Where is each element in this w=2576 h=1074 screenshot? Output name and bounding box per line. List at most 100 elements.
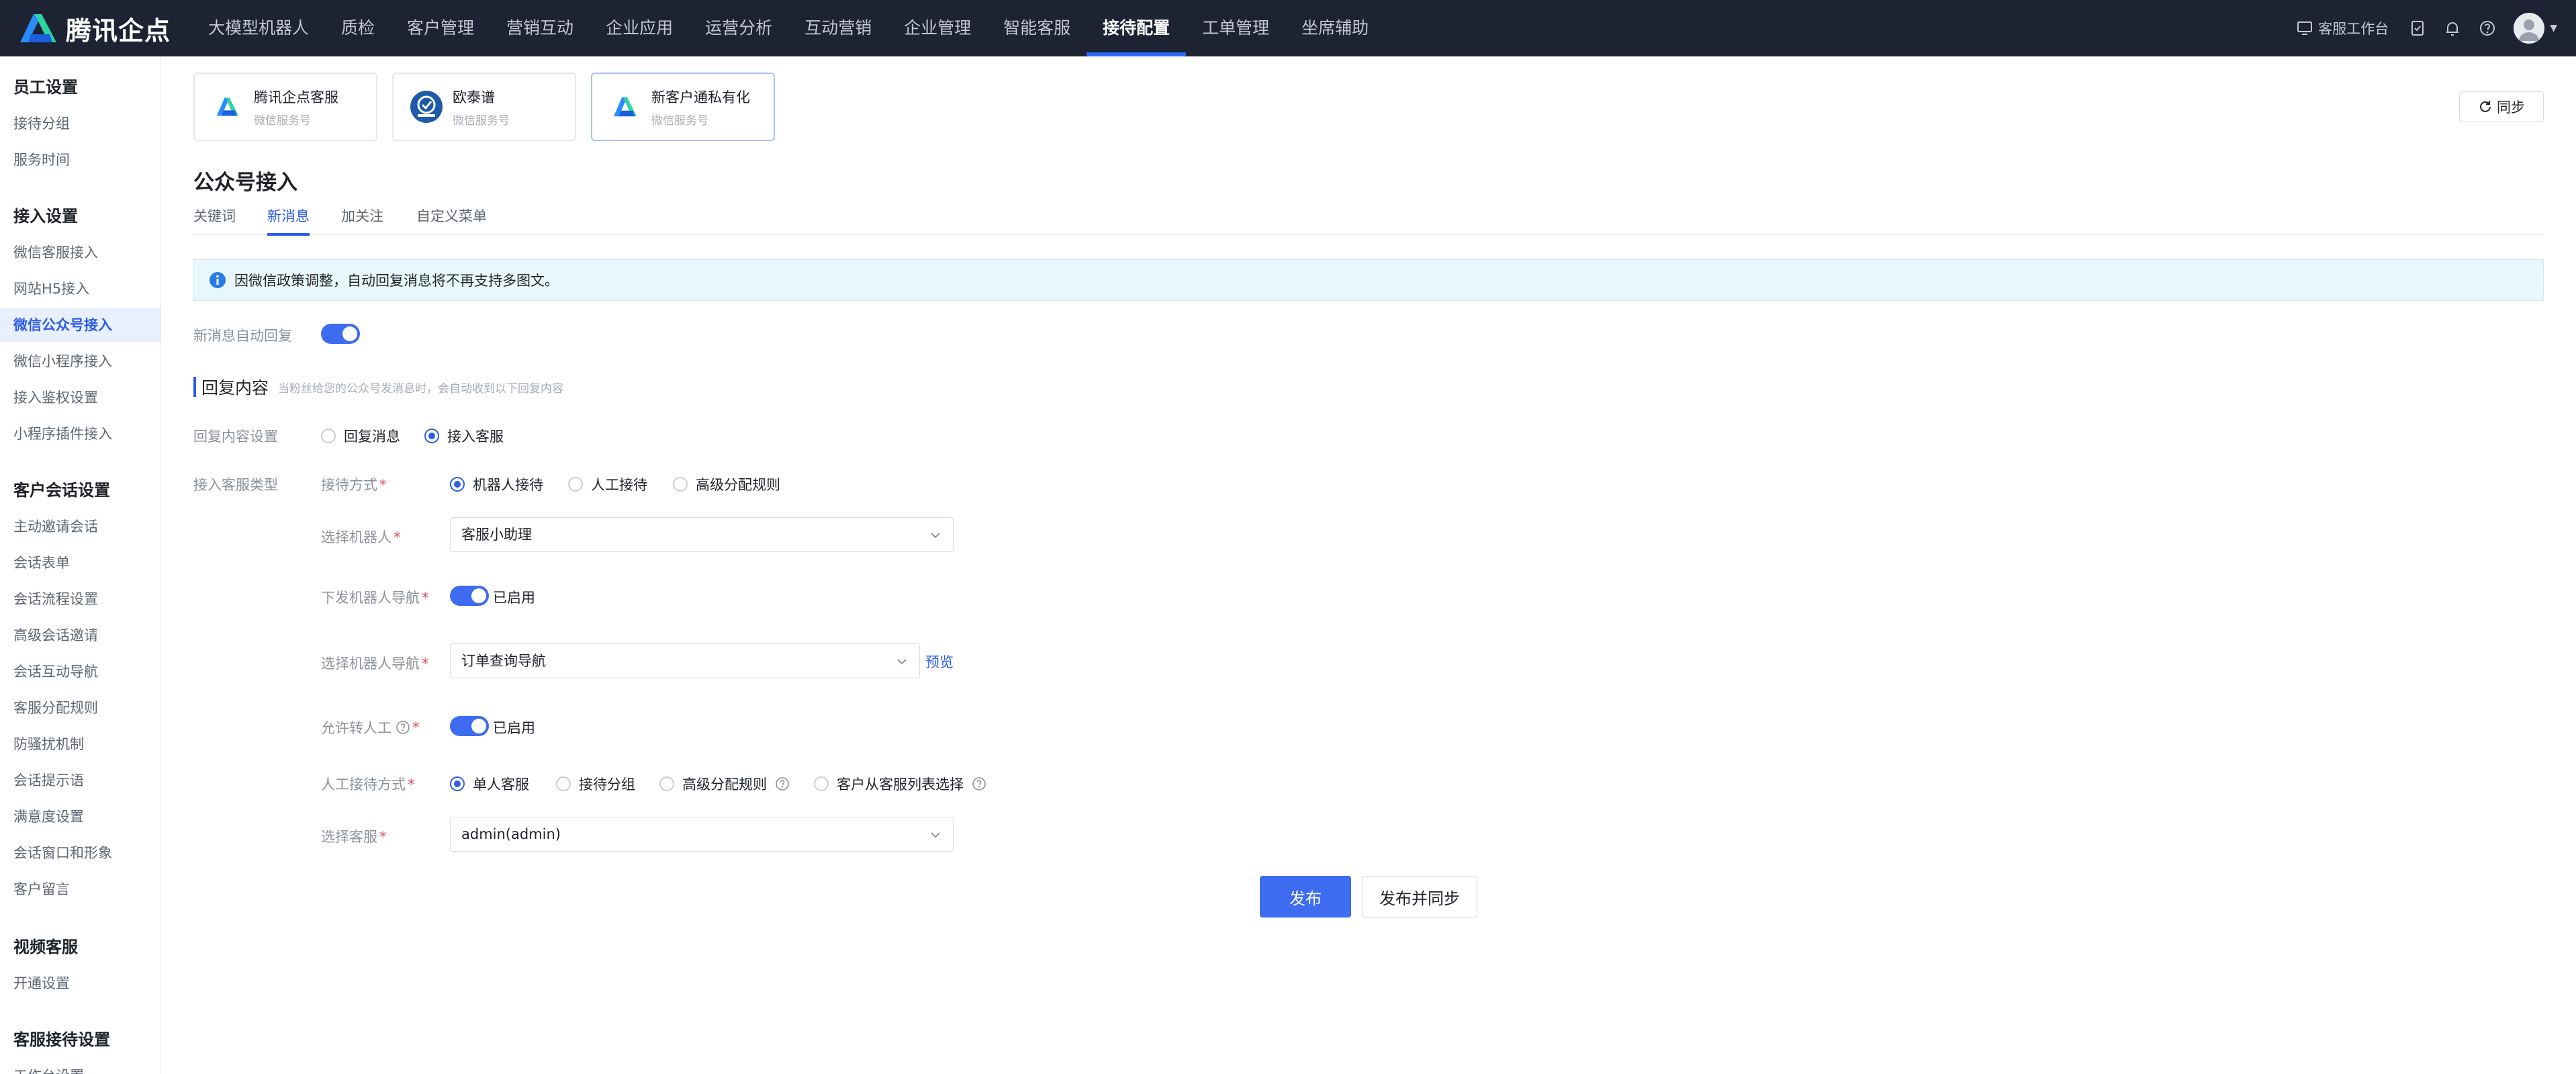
account-logo — [608, 90, 642, 124]
nav-item-smart-service[interactable]: 智能客服 — [987, 0, 1087, 56]
tab-new-message[interactable]: 新消息 — [267, 206, 310, 236]
main-content: 腾讯企点客服 微信服务号 欧泰谱 微信服务号 新客户通私有化 微信服务号 同步 … — [161, 56, 2576, 1074]
nav-item-llm-robot[interactable]: 大模型机器人 — [192, 0, 325, 56]
sidebar-item-session-form[interactable]: 会话表单 — [0, 546, 160, 580]
sidebar-item-h5-access[interactable]: 网站H5接入 — [0, 272, 160, 306]
robot-nav-toggle[interactable] — [450, 586, 489, 606]
help-icon[interactable] — [775, 776, 790, 791]
radio-access-service[interactable]: 接入客服 — [424, 426, 504, 446]
account-card-new-customer[interactable]: 新客户通私有化 微信服务号 — [591, 73, 775, 141]
label-text: 允许转人工 — [321, 720, 392, 736]
radio-single-agent[interactable]: 单人客服 — [450, 774, 529, 794]
brand-logo[interactable]: 腾讯企点 — [17, 11, 171, 46]
sidebar-item-anti-harassment[interactable]: 防骚扰机制 — [0, 727, 160, 761]
radio-label: 回复消息 — [344, 429, 400, 445]
nav-item-marketing-interaction[interactable]: 营销互动 — [490, 0, 590, 56]
nav-item-reception-config[interactable]: 接待配置 — [1087, 0, 1187, 56]
sidebar-item-miniprogram-access[interactable]: 微信小程序接入 — [0, 345, 160, 378]
nav-item-interactive-marketing[interactable]: 互动营销 — [788, 0, 888, 56]
sidebar-section-staff: 员工设置 — [13, 78, 78, 97]
help-circle-icon[interactable] — [2479, 19, 2496, 37]
radio-dot — [814, 776, 829, 791]
radio-label: 高级分配规则 — [682, 776, 767, 793]
sidebar-item-service-time[interactable]: 服务时间 — [0, 143, 160, 177]
nav-item-customer-management[interactable]: 客户管理 — [391, 0, 490, 56]
sidebar-item-wechat-service-access[interactable]: 微信客服接入 — [0, 236, 160, 269]
chevron-down-icon[interactable]: ▼ — [2550, 23, 2557, 34]
nav-item-ticket-management[interactable]: 工单管理 — [1186, 0, 1285, 56]
radio-robot-reception[interactable]: 机器人接待 — [450, 474, 543, 494]
sidebar-item-session-flow[interactable]: 会话流程设置 — [0, 582, 160, 616]
robot-select[interactable]: 客服小助理 — [450, 517, 954, 552]
radio-dot — [659, 776, 674, 791]
radio-advanced-rules[interactable]: 高级分配规则 — [673, 474, 780, 494]
robot-select-label: 选择机器人 * — [321, 527, 401, 547]
required-mark: * — [422, 656, 429, 672]
nav-item-agent-assist[interactable]: 坐席辅助 — [1285, 0, 1385, 56]
radio-label: 接入客服 — [447, 429, 504, 445]
top-navbar: 腾讯企点 大模型机器人 质检 客户管理 营销互动 企业应用 运营分析 互动营销 … — [0, 0, 2576, 56]
sidebar-item-session-prompts[interactable]: 会话提示语 — [0, 764, 160, 797]
account-card-qidian[interactable]: 腾讯企点客服 微信服务号 — [193, 73, 377, 141]
sidebar-item-customer-messages[interactable]: 客户留言 — [0, 872, 160, 906]
sidebar-item-enable-settings[interactable]: 开通设置 — [0, 967, 160, 1000]
tab-follow[interactable]: 加关注 — [341, 206, 383, 235]
preview-link[interactable]: 预览 — [925, 652, 954, 672]
sidebar-item-window-appearance[interactable]: 会话窗口和形象 — [0, 836, 160, 870]
bell-icon[interactable] — [2444, 19, 2461, 37]
robot-nav-select[interactable]: 订单查询导航 — [450, 643, 920, 678]
nav-item-operations-analysis[interactable]: 运营分析 — [689, 0, 788, 56]
tab-custom-menu[interactable]: 自定义菜单 — [416, 206, 487, 235]
account-card-otp[interactable]: 欧泰谱 微信服务号 — [392, 73, 576, 141]
workspace-link[interactable]: 客服工作台 — [2297, 18, 2389, 38]
reply-content-section: 回复内容 当粉丝给您的公众号发消息时，会自动收到以下回复内容 — [193, 375, 563, 399]
nav-item-enterprise-management[interactable]: 企业管理 — [888, 0, 987, 56]
allow-transfer-toggle[interactable] — [450, 716, 489, 736]
sidebar-item-reception-group[interactable]: 接待分组 — [0, 107, 160, 140]
label-text: 接待方式 — [321, 477, 377, 493]
radio-customer-choose-agent[interactable]: 客户从客服列表选择 — [814, 774, 986, 794]
account-name: 腾讯企点客服 — [254, 89, 338, 105]
section-accent-bar — [193, 377, 196, 397]
sidebar-section-access: 接入设置 — [13, 207, 78, 226]
required-mark: * — [379, 477, 387, 493]
nav-item-enterprise-apps[interactable]: 企业应用 — [590, 0, 689, 56]
workspace-label: 客服工作台 — [2318, 21, 2389, 37]
radio-label: 高级分配规则 — [696, 477, 780, 493]
radio-reception-group[interactable]: 接待分组 — [556, 774, 635, 794]
label-text: 下发机器人导航 — [321, 590, 420, 606]
sidebar-item-wechat-official-access[interactable]: 微信公众号接入 — [0, 308, 160, 342]
publish-sync-button[interactable]: 发布并同步 — [1362, 876, 1477, 918]
radio-manual-reception[interactable]: 人工接待 — [568, 474, 647, 494]
sidebar-item-access-auth[interactable]: 接入鉴权设置 — [0, 381, 160, 414]
radio-reply-message[interactable]: 回复消息 — [321, 426, 400, 446]
required-mark: * — [394, 529, 401, 545]
sidebar-item-satisfaction[interactable]: 满意度设置 — [0, 800, 160, 834]
main-nav: 大模型机器人 质检 客户管理 营销互动 企业应用 运营分析 互动营销 企业管理 … — [192, 0, 1385, 56]
page-title: 公众号接入 — [193, 171, 297, 195]
robot-select-value: 客服小助理 — [461, 527, 532, 543]
sidebar-item-miniprogram-plugin[interactable]: 小程序插件接入 — [0, 417, 160, 451]
radio-manual-advanced-rules[interactable]: 高级分配规则 — [659, 774, 790, 794]
label-text: 人工接待方式 — [321, 776, 406, 793]
sidebar-item-workbench-settings[interactable]: 工作台设置 — [0, 1059, 160, 1074]
radio-label: 机器人接待 — [473, 477, 543, 493]
auto-reply-toggle[interactable] — [321, 324, 360, 344]
reception-mode-label: 接待方式 * — [321, 474, 387, 494]
user-avatar[interactable] — [2514, 13, 2545, 44]
task-check-icon[interactable] — [2409, 19, 2426, 37]
nav-item-quality-check[interactable]: 质检 — [325, 0, 391, 56]
help-icon[interactable] — [396, 720, 410, 735]
publish-button[interactable]: 发布 — [1260, 876, 1351, 918]
sidebar-item-distribution-rules[interactable]: 客服分配规则 — [0, 691, 160, 725]
tab-keywords[interactable]: 关键词 — [193, 206, 236, 235]
sync-button[interactable]: 同步 — [2459, 91, 2544, 122]
radio-dot — [673, 477, 688, 492]
help-icon[interactable] — [972, 776, 986, 791]
chevron-down-icon — [931, 832, 940, 838]
sidebar-item-active-invite[interactable]: 主动邀请会话 — [0, 510, 160, 543]
sidebar-item-advanced-invite[interactable]: 高级会话邀请 — [0, 619, 160, 652]
agent-select[interactable]: admin(admin) — [450, 817, 954, 852]
sidebar-item-interactive-nav[interactable]: 会话互动导航 — [0, 655, 160, 688]
section-description: 当粉丝给您的公众号发消息时，会自动收到以下回复内容 — [278, 382, 564, 396]
